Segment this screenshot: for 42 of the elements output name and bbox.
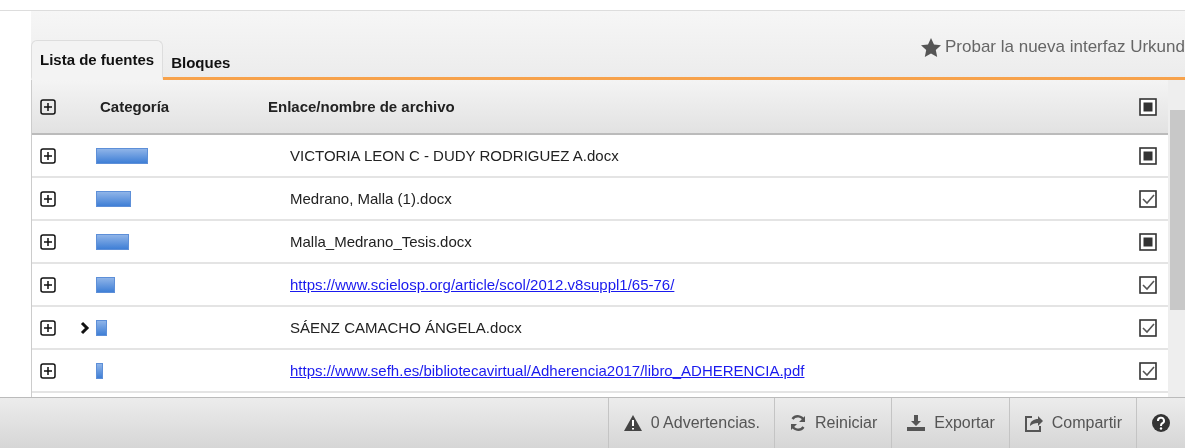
category-bar (96, 233, 129, 250)
help-icon (1151, 413, 1171, 433)
checkbox[interactable] (1139, 361, 1157, 380)
expand-icon[interactable] (40, 276, 56, 293)
toolbar-button[interactable]: 0 Advertencias. (607, 398, 775, 448)
star-icon (920, 37, 941, 57)
checkbox[interactable] (1139, 97, 1157, 116)
expand-icon[interactable] (40, 362, 56, 379)
scrollbar[interactable] (1168, 80, 1185, 397)
checkbox[interactable] (1139, 189, 1157, 208)
toolbar-button[interactable]: Exportar (891, 398, 1009, 448)
column-header[interactable]: Enlace/nombre de archivo (268, 98, 455, 115)
chevron-icon (80, 320, 90, 335)
file-name: Malla_Medrano_Tesis.docx (290, 233, 472, 250)
category-bar (96, 276, 115, 293)
expand-icon[interactable] (40, 190, 56, 207)
checkbox[interactable] (1139, 275, 1157, 294)
file-name: VICTORIA LEON C - DUDY RODRIGUEZ A.docx (290, 147, 619, 164)
toolbar-button[interactable]: Reiniciar (774, 398, 892, 448)
tab[interactable]: Lista de fuentes (31, 40, 164, 80)
category-bar (96, 147, 148, 164)
checkbox[interactable] (1139, 318, 1157, 337)
expand-icon[interactable] (40, 233, 56, 250)
warning-icon (622, 414, 643, 432)
toolbar-button[interactable]: Compartir (1008, 398, 1136, 448)
tab[interactable]: Bloques (163, 44, 239, 80)
column-header[interactable]: Categoría (100, 98, 170, 115)
checkbox[interactable] (1139, 232, 1157, 251)
share-icon (1023, 414, 1044, 432)
file-name: SÁENZ CAMACHO ÁNGELA.docx (290, 319, 522, 336)
source-link[interactable]: https://www.sefh.es/bibliotecavirtual/Adherencia2017/libro_ADHERENCIA.pdf (290, 362, 805, 379)
expand-icon[interactable] (40, 98, 56, 115)
checkbox[interactable] (1139, 146, 1157, 165)
expand-icon[interactable] (40, 319, 56, 336)
category-bar (96, 190, 131, 207)
refresh-icon (789, 414, 808, 432)
category-bar (96, 362, 103, 379)
expand-icon[interactable] (40, 147, 56, 164)
download-icon (906, 414, 927, 432)
source-link[interactable]: https://www.scielosp.org/article/scol/2012.v8suppl1/65-76/ (290, 276, 675, 293)
category-bar (96, 319, 107, 336)
file-name: Medrano, Malla (1).docx (290, 190, 452, 207)
